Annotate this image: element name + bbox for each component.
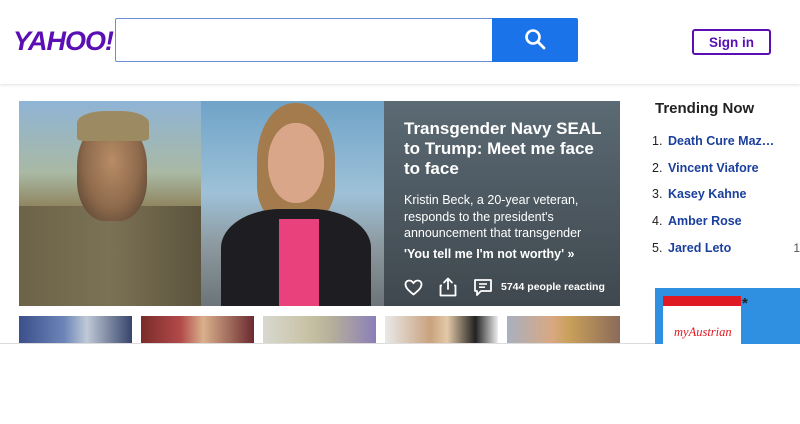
hero-image-woman: [201, 101, 384, 306]
soldier-body-shape: [19, 206, 201, 306]
trending-rank: 5.: [652, 240, 663, 255]
thumbnail-story[interactable]: [141, 316, 254, 343]
trending-title: Trending Now: [655, 100, 755, 117]
yahoo-logo[interactable]: YAHOO!: [13, 26, 114, 57]
woman-shirt-shape: [279, 219, 319, 306]
hero-text-panel: Transgender Navy SEAL to Trump: Meet me …: [384, 101, 620, 306]
hero-image-soldier: [19, 101, 201, 306]
thumbnail-strip: [19, 316, 620, 343]
page: YAHOO! Sign in Transgender Navy SEAL to …: [0, 0, 800, 424]
trending-rank: 2.: [652, 160, 663, 175]
thumbnail-story[interactable]: [263, 316, 376, 343]
hero-description: Kristin Beck, a 20-year veteran, respond…: [404, 193, 582, 240]
comment-icon[interactable]: [472, 276, 494, 298]
share-icon[interactable]: [437, 276, 459, 298]
trending-link[interactable]: Kasey Kahne: [668, 187, 747, 201]
trending-item[interactable]: 5. Jared Leto 1: [652, 241, 800, 268]
ad-star: *: [742, 295, 748, 312]
trending-link[interactable]: Jared Leto: [668, 241, 731, 255]
search-button[interactable]: [492, 18, 578, 62]
trending-list: 1. Death Cure Maze ... 2. Vincent Viafor…: [652, 134, 800, 267]
trending-item[interactable]: 2. Vincent Viafore: [652, 161, 800, 188]
ad-brand-text: myAustrian: [674, 325, 732, 339]
hero-story[interactable]: Transgender Navy SEAL to Trump: Meet me …: [19, 101, 620, 306]
trending-link[interactable]: Vincent Viafore: [668, 161, 759, 175]
woman-face-shape: [268, 123, 324, 203]
thumbnail-story[interactable]: [507, 316, 620, 343]
heart-icon[interactable]: [402, 276, 424, 298]
trending-item[interactable]: 1. Death Cure Maze ...: [652, 134, 800, 161]
hero-title[interactable]: Transgender Navy SEAL to Trump: Meet me …: [404, 119, 604, 179]
soldier-cap-shape: [77, 111, 149, 141]
trending-rank: 4.: [652, 214, 663, 229]
trending-item[interactable]: 3. Kasey Kahne: [652, 187, 800, 214]
trending-item[interactable]: 4. Amber Rose: [652, 214, 800, 241]
trending-link[interactable]: Amber Rose: [668, 214, 742, 228]
trending-link[interactable]: Death Cure Maze ...: [668, 134, 778, 148]
thumbnail-story[interactable]: [385, 316, 498, 343]
thumbnail-story[interactable]: [19, 316, 132, 343]
advertisement[interactable]: myAustrian: [655, 288, 800, 344]
trending-rank: 1.: [652, 134, 663, 148]
hero-quote-link[interactable]: 'You tell me I'm not worthy' »: [404, 247, 610, 261]
ad-card: myAustrian: [663, 296, 741, 344]
trending-extra: 1: [793, 240, 800, 255]
reacting-count[interactable]: 5744 people reacting: [501, 281, 605, 293]
search-input[interactable]: [115, 18, 493, 62]
ad-stripe: [663, 296, 741, 306]
trending-rank: 3.: [652, 187, 663, 202]
signin-button[interactable]: Sign in: [692, 29, 771, 55]
hero-actions: 5744 people reacting: [402, 276, 612, 298]
search-icon: [524, 28, 546, 53]
header: YAHOO! Sign in: [0, 0, 800, 84]
